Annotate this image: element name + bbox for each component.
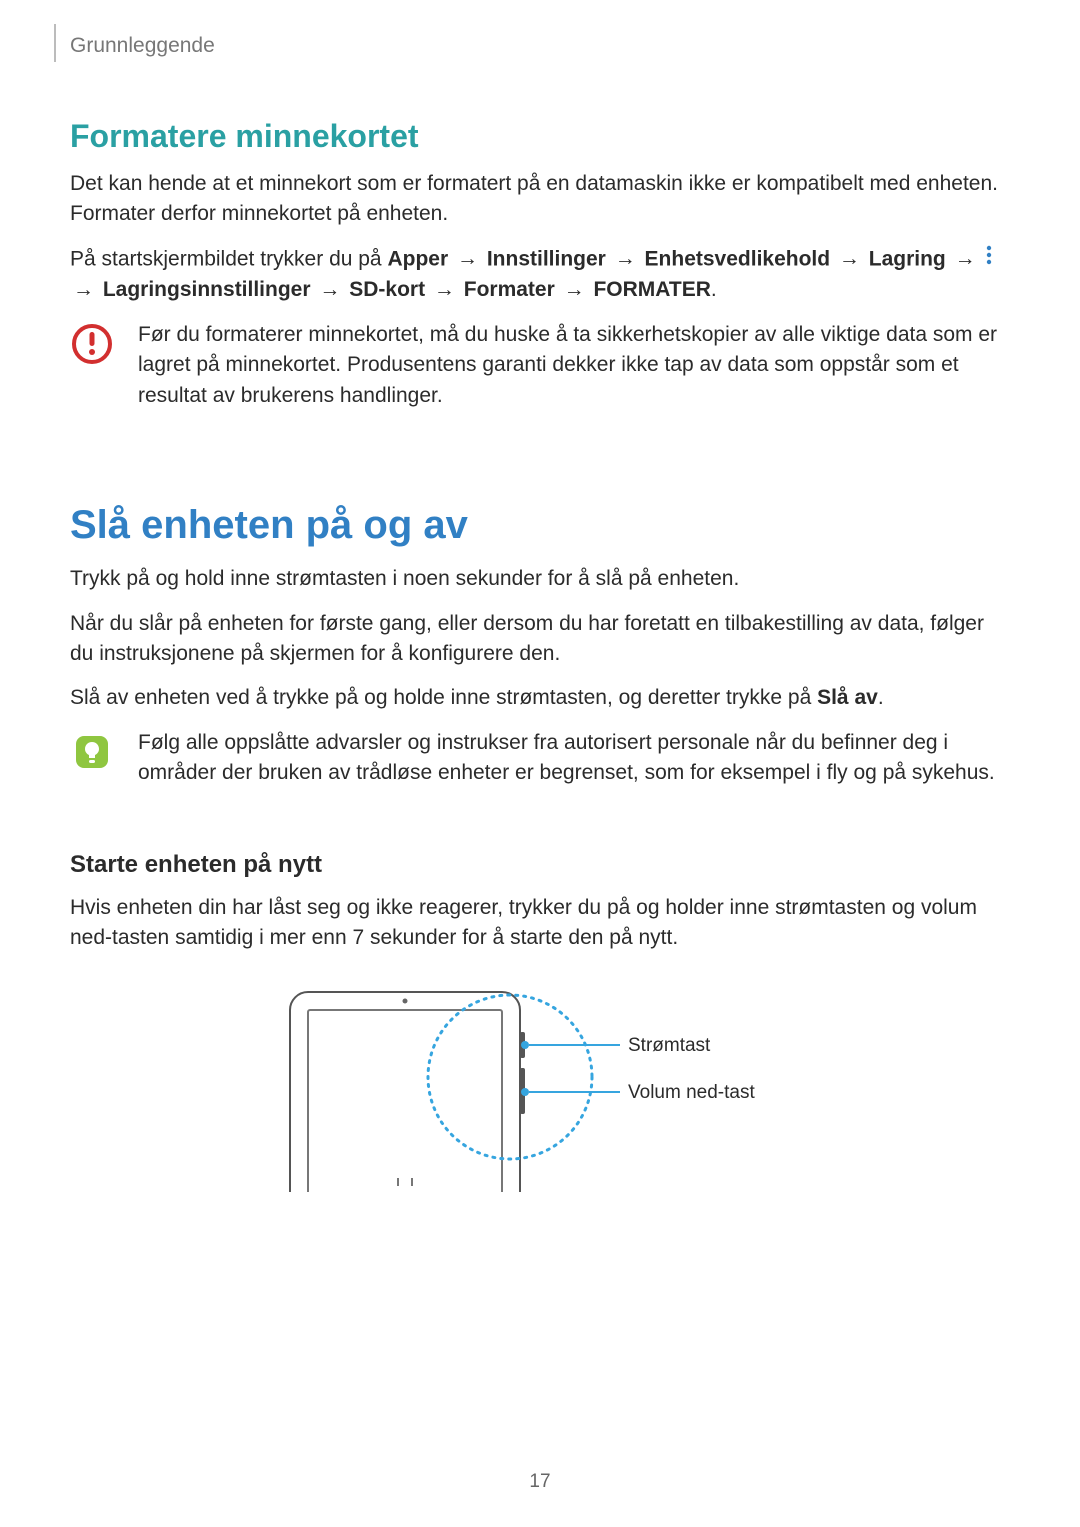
paragraph-restart: Hvis enheten din har låst seg og ikke re… xyxy=(70,893,1010,954)
nav-step-sdkort: SD-kort xyxy=(349,278,425,301)
device-figure: Strømtast Volum ned-tast xyxy=(70,982,1010,1192)
arrow-icon: → xyxy=(615,247,636,270)
warning-text: Før du formaterer minnekortet, må du hus… xyxy=(138,320,1010,411)
nav-step-innstillinger: Innstillinger xyxy=(487,247,606,270)
chapter-label: Grunnleggende xyxy=(70,34,215,58)
power-off-action: Slå av xyxy=(817,686,878,709)
info-text: Følg alle oppslåtte advarsler og instruk… xyxy=(138,728,1010,789)
nav-step-apper: Apper xyxy=(387,247,448,270)
heading-power-on-off: Slå enheten på og av xyxy=(70,503,1010,548)
power-off-lead: Slå av enheten ved å trykke på og holde … xyxy=(70,686,817,709)
warning-icon xyxy=(70,322,114,371)
nav-step-lagringsinnstillinger: Lagringsinnstillinger xyxy=(103,278,311,301)
heading-restart: Starte enheten på nytt xyxy=(70,851,1010,879)
power-off-tail: . xyxy=(878,686,884,709)
page: Grunnleggende Formatere minnekortet Det … xyxy=(0,0,1080,1527)
paragraph-first-boot: Når du slår på enheten for første gang, … xyxy=(70,609,1010,670)
paragraph-power-off: Slå av enheten ved å trykke på og holde … xyxy=(70,683,1010,713)
callout-power-label: Strømtast xyxy=(628,1035,711,1056)
arrow-icon: → xyxy=(434,278,455,301)
nav-step-lagring: Lagring xyxy=(869,247,946,270)
arrow-icon: → xyxy=(564,278,585,301)
info-note: Følg alle oppslåtte advarsler og instruk… xyxy=(70,728,1010,803)
heading-format-card: Formatere minnekortet xyxy=(70,118,1010,155)
nav-step-formater: Formater xyxy=(464,278,555,301)
paragraph-power-on: Trykk på og hold inne strømtasten i noen… xyxy=(70,564,1010,594)
info-icon xyxy=(70,730,114,779)
page-number: 17 xyxy=(0,1471,1080,1493)
arrow-icon: → xyxy=(955,247,976,270)
header-rule xyxy=(54,24,56,62)
nav-step-formater-caps: FORMATER xyxy=(593,278,710,301)
arrow-icon: → xyxy=(839,247,860,270)
nav-lead: På startskjermbildet trykker du på xyxy=(70,247,387,270)
paragraph-nav-path: På startskjermbildet trykker du på Apper… xyxy=(70,244,1010,306)
callout-volume-label: Volum ned-tast xyxy=(628,1082,755,1103)
arrow-icon: → xyxy=(457,247,478,270)
nav-step-enhetsvedlikehold: Enhetsvedlikehold xyxy=(645,247,831,270)
content-body: Formatere minnekortet Det kan hende at e… xyxy=(70,0,1010,1192)
arrow-icon: → xyxy=(73,278,94,301)
paragraph-format-intro: Det kan hende at et minnekort som er for… xyxy=(70,169,1010,230)
warning-note: Før du formaterer minnekortet, må du hus… xyxy=(70,320,1010,425)
arrow-icon: → xyxy=(319,278,340,301)
more-options-icon xyxy=(984,244,994,275)
